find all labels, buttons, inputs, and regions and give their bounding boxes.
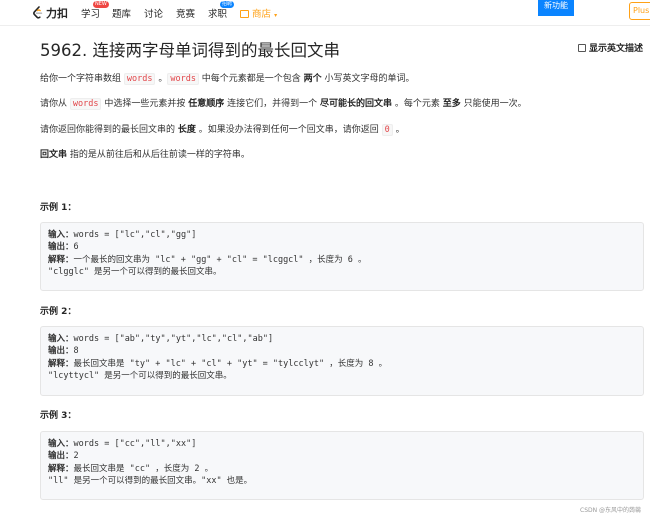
- problem-title: 5962. 连接两字母单词得到的最长回文串: [40, 41, 340, 60]
- desc-bold: 尽可能长的回文串: [319, 99, 392, 109]
- nav-item-store[interactable]: 商店 ▾: [240, 6, 277, 20]
- output-label: 输出：: [48, 346, 74, 357]
- explain-text: 一个最长的回文串为 "lc" + "gg" + "cl" = "lcggcl" …: [73, 254, 367, 265]
- input-label: 输入：: [48, 334, 74, 344]
- nav-item-problems[interactable]: 题库: [112, 6, 131, 20]
- logo[interactable]: 力扣: [32, 4, 68, 22]
- nav-item-jobs[interactable]: 求职 招聘: [208, 1, 235, 20]
- desc-text: 中每个元素都是一个包含: [198, 74, 304, 84]
- nav-item-label: 讨论: [144, 9, 164, 20]
- explain-text: 最长回文串是 "cc" ，长度为 2 。: [73, 463, 214, 474]
- nav-item-contest[interactable]: 竞赛: [176, 6, 195, 20]
- nav-item-label: 竞赛: [176, 9, 196, 20]
- description-paragraph-1: 给你一个字符串数组 words 。 words 中每个元素都是一个包含 两个 小写…: [40, 73, 415, 85]
- show-english-label: 显示英文描述: [589, 44, 644, 54]
- desc-text: 给你一个字符串数组: [40, 74, 124, 84]
- explain-label: 解释：: [48, 358, 74, 369]
- explain-extra: "clgglc" 是另一个可以得到的最长回文串。: [48, 266, 222, 277]
- output-value: 2: [73, 451, 79, 462]
- nav-item-label: 题库: [112, 9, 132, 20]
- desc-text: 。: [392, 125, 405, 135]
- jobs-badge: 招聘: [220, 1, 235, 8]
- desc-text: 。: [155, 74, 168, 84]
- desc-bold: 长度: [177, 125, 196, 135]
- show-english-toggle[interactable]: 显示英文描述: [578, 41, 643, 54]
- input-label: 输入：: [48, 439, 74, 449]
- explain-extra: "lcyttycl" 是另一个可以得到的最长回文串。: [48, 370, 232, 381]
- example-3-label: 示例 3：: [40, 411, 77, 421]
- output-label: 输出：: [48, 242, 74, 253]
- inline-code: words: [69, 98, 102, 110]
- inline-code: words: [123, 73, 156, 85]
- nav-item-study[interactable]: 学习 NEW: [81, 1, 109, 20]
- desc-text: 连接它们，并得到一个: [224, 99, 320, 109]
- desc-text: 小写英文字母的单词。: [321, 74, 415, 84]
- input-value: words = ["lc","cl","gg"]: [73, 230, 197, 240]
- output-label: 输出：: [48, 451, 74, 462]
- inline-code: 0: [381, 124, 393, 136]
- leetcode-logo-icon: [33, 6, 43, 19]
- store-icon: [240, 10, 249, 18]
- desc-text: 只能使用一次。: [460, 99, 527, 109]
- output-value: 8: [73, 346, 79, 357]
- explain-text: 最长回文串是 "ty" + "lc" + "cl" + "yt" = "tylc…: [73, 358, 388, 369]
- example-2-block: 输入：words = ["ab","ty","yt","lc","cl","ab…: [40, 326, 644, 396]
- nav-item-label: 学习: [81, 9, 101, 20]
- nav-item-label: 求职: [208, 9, 228, 20]
- plus-button[interactable]: Plus: [629, 2, 650, 20]
- new-feature-button[interactable]: 新功能: [538, 0, 574, 16]
- input-value: words = ["cc","ll","xx"]: [73, 439, 197, 449]
- description-paragraph-4: 回文串 指的是从前往后和从后往前读一样的字符串。: [40, 149, 250, 161]
- desc-text: 。如果没办法得到任何一个回文串，请你返回: [195, 125, 382, 135]
- input-label: 输入：: [48, 230, 74, 240]
- desc-bold: 至多: [442, 99, 461, 109]
- explain-label: 解释：: [48, 254, 74, 265]
- nav-item-label: 商店: [252, 9, 272, 20]
- desc-text: 。每个元素: [391, 99, 443, 109]
- chevron-down-icon: ▾: [274, 12, 278, 19]
- example-3-block: 输入：words = ["cc","ll","xx"] 输出：2 解释：最长回文串是…: [40, 431, 644, 500]
- description-paragraph-2: 请你从 words 中选择一些元素并按 任意顺序 连接它们，并得到一个 尽可能长…: [40, 98, 527, 110]
- explain-extra: "ll" 是另一个可以得到的最长回文串。"xx" 也是。: [48, 475, 253, 486]
- example-1-block: 输入：words = ["lc","cl","gg"] 输出：6 解释：一个最长的回…: [40, 222, 644, 291]
- desc-bold: 回文串: [40, 150, 68, 160]
- desc-bold: 两个: [303, 74, 322, 84]
- top-navbar: 力扣 学习 NEW 题库 讨论 竞赛 求职 招聘 商店 ▾ 新功能 Plus: [0, 0, 650, 26]
- description-paragraph-3: 请你返回你能得到的最长回文串的 长度 。如果没办法得到任何一个回文串，请你返回 …: [40, 124, 405, 136]
- desc-text: 请你返回你能得到的最长回文串的: [40, 125, 178, 135]
- logo-text: 力扣: [46, 7, 68, 20]
- inline-code: words: [167, 73, 199, 85]
- show-english-checkbox[interactable]: [578, 43, 586, 52]
- new-badge: NEW: [93, 1, 109, 8]
- nav-item-discuss[interactable]: 讨论: [144, 6, 163, 20]
- output-value: 6: [73, 242, 79, 253]
- input-value: words = ["ab","ty","yt","lc","cl","ab"]: [73, 334, 274, 344]
- desc-bold: 任意顺序: [188, 99, 225, 109]
- example-1-label: 示例 1：: [40, 203, 77, 213]
- desc-text: 中选择一些元素并按: [101, 99, 189, 109]
- explain-label: 解释：: [48, 463, 74, 474]
- desc-text: 指的是从前往后和从后往前读一样的字符串。: [67, 150, 250, 160]
- example-2-label: 示例 2：: [40, 307, 77, 317]
- watermark: CSDN @东风中的蒟蒻: [580, 507, 642, 514]
- desc-text: 请你从: [40, 99, 70, 109]
